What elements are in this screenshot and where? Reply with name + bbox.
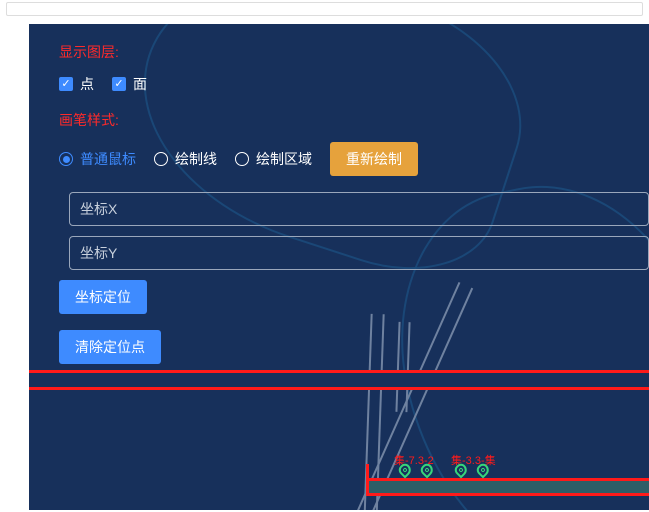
checkbox-label: 点 <box>80 74 94 94</box>
radio-draw-line[interactable]: 绘制线 <box>154 149 217 169</box>
brush-row: 普通鼠标 绘制线 绘制区域 重新绘制 <box>59 142 635 176</box>
layers-title: 显示图层: <box>59 42 635 62</box>
radio-icon <box>235 152 249 166</box>
check-icon: ✓ <box>112 77 126 91</box>
radio-label: 普通鼠标 <box>80 149 136 169</box>
checkbox-label: 面 <box>133 74 147 94</box>
map-panel: 集-7.3-2 集-3.3-集 显示图层: ✓ 点 ✓ 面 画笔样式: 普通鼠标 <box>29 24 649 510</box>
red-track <box>366 478 649 496</box>
clear-points-button[interactable]: 清除定位点 <box>59 330 161 364</box>
checkbox-point[interactable]: ✓ 点 <box>59 74 94 94</box>
radio-icon <box>59 152 73 166</box>
layers-row: ✓ 点 ✓ 面 <box>59 74 635 94</box>
redraw-button[interactable]: 重新绘制 <box>330 142 418 176</box>
coord-x-input[interactable] <box>69 192 649 226</box>
check-icon: ✓ <box>59 77 73 91</box>
radio-normal-cursor[interactable]: 普通鼠标 <box>59 149 136 169</box>
coord-y-input[interactable] <box>69 236 649 270</box>
red-horizontal-band <box>29 370 649 390</box>
radio-label: 绘制区域 <box>256 149 312 169</box>
top-bar-placeholder <box>6 2 643 16</box>
radio-draw-area[interactable]: 绘制区域 <box>235 149 312 169</box>
radio-label: 绘制线 <box>175 149 217 169</box>
brush-title: 画笔样式: <box>59 110 635 130</box>
radio-icon <box>154 152 168 166</box>
controls: 显示图层: ✓ 点 ✓ 面 画笔样式: 普通鼠标 绘制线 绘制区域 <box>29 24 649 364</box>
checkbox-polygon[interactable]: ✓ 面 <box>112 74 147 94</box>
locate-button[interactable]: 坐标定位 <box>59 280 147 314</box>
